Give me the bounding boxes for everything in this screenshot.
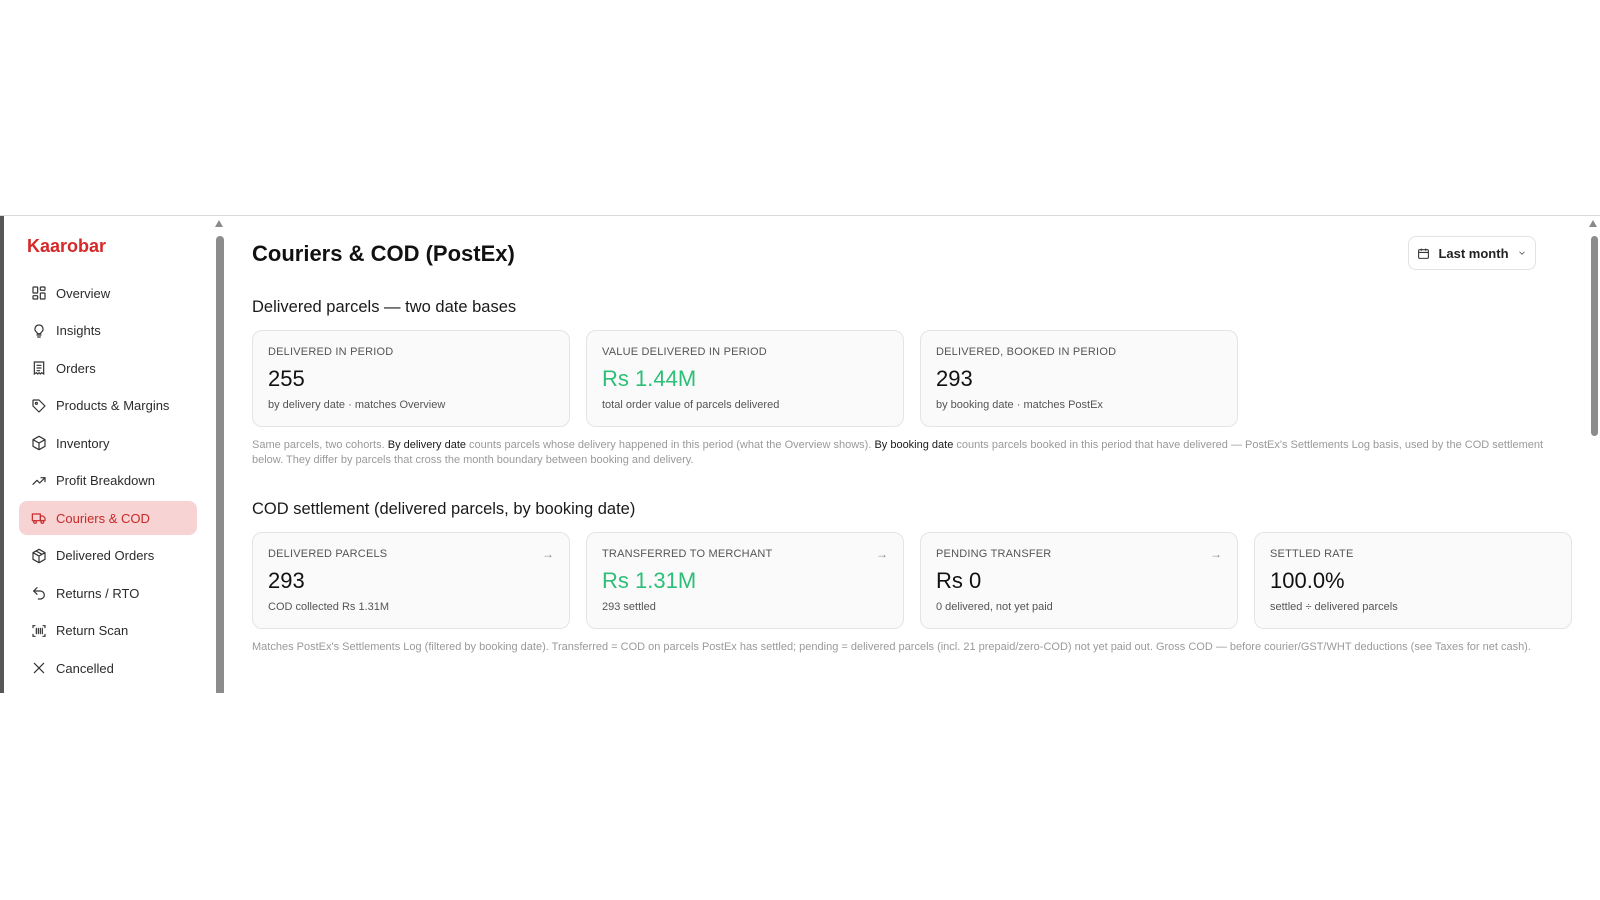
sidebar-item-label: Inventory [56,435,110,451]
sidebar-item-label: Return Scan [56,623,129,638]
sidebar-item-label: Cancelled [56,660,114,676]
arrow-right-icon[interactable]: → [876,547,888,561]
delivered-cards: DELIVERED IN PERIOD 255 by delivery date… [252,330,1238,427]
note-emphasis: By booking date [874,439,954,451]
grid-icon [32,286,46,300]
cohort-explanation-note: Same parcels, two cohorts. By delivery d… [252,438,1552,468]
note-text: counts parcels whose delivery happened i… [466,439,875,451]
card-value: 293 [936,366,973,391]
card-subtext: by booking date · matches PostEx [936,399,1103,411]
sidebar-item-insights[interactable]: Insights [19,314,197,348]
x-icon [33,662,45,674]
metric-card-transferred[interactable]: TRANSFERRED TO MERCHANT → Rs 1.31M 293 s… [586,532,904,629]
metric-card-pending-transfer[interactable]: PENDING TRANSFER → Rs 0 0 delivered, not… [920,532,1238,629]
arrow-right-icon[interactable]: → [1210,547,1222,561]
note-text: Same parcels, two cohorts. [252,439,388,451]
sidebar-item-products-margins[interactable]: Products & Margins [19,389,197,423]
sidebar-item-orders[interactable]: Orders [19,351,197,385]
card-value: Rs 0 [936,568,982,593]
metric-card-delivered-parcels[interactable]: DELIVERED PARCELS → 293 COD collected Rs… [252,532,570,629]
card-subtext: COD collected Rs 1.31M [268,601,390,613]
receipt-icon [33,361,45,376]
card-label: SETTLED RATE [1270,548,1354,560]
card-label: PENDING TRANSFER [936,548,1052,560]
card-label: DELIVERED PARCELS [268,548,388,560]
sidebar-nav: Overview Insights Orders Products & Marg… [19,276,197,689]
scan-icon [32,624,46,637]
card-value: 293 [268,568,305,593]
sidebar-item-label: Overview [56,285,111,301]
calendar-icon [1418,248,1430,259]
package-icon [32,548,46,563]
date-range-label: Last month [1438,245,1509,261]
metric-card-delivered-in-period[interactable]: DELIVERED IN PERIOD 255 by delivery date… [252,330,570,427]
card-label: VALUE DELIVERED IN PERIOD [602,346,767,358]
sidebar-item-label: Orders [56,360,96,376]
truck-icon [31,513,46,524]
card-subtext: 293 settled [602,601,656,613]
metric-card-settled-rate[interactable]: SETTLED RATE 100.0% settled ÷ delivered … [1254,532,1572,629]
chevron-down-icon [1518,251,1525,255]
page-title: Couriers & COD (PostEx) [252,241,515,266]
card-subtext: by delivery date · matches Overview [268,399,446,411]
sidebar-item-returns-rto[interactable]: Returns / RTO [19,576,197,610]
arrow-right-icon[interactable]: → [542,547,554,561]
settlement-note: Matches PostEx's Settlements Log (filter… [252,641,1531,653]
sidebar-scroll-up-arrow[interactable] [215,220,223,227]
card-label: TRANSFERRED TO MERCHANT [602,548,773,560]
card-value: Rs 1.31M [602,568,697,593]
card-value: 255 [268,366,305,391]
card-subtext: 0 delivered, not yet paid [936,601,1053,613]
sidebar-item-cancelled[interactable]: Cancelled [19,651,197,685]
sidebar-item-label: Returns / RTO [56,585,140,601]
sidebar-item-label: Products & Margins [56,398,170,413]
sidebar: Kaarobar Overview Insights Orders Produc… [4,216,216,693]
section-title-cod-settlement: COD settlement (delivered parcels, by bo… [252,500,636,518]
sidebar-item-return-scan[interactable]: Return Scan [19,614,197,648]
card-label: DELIVERED IN PERIOD [268,346,394,358]
metric-card-value-delivered[interactable]: VALUE DELIVERED IN PERIOD Rs 1.44M total… [586,330,904,427]
sidebar-item-label: Insights [56,323,101,338]
note-emphasis: By delivery date [387,439,466,451]
sidebar-item-delivered-orders[interactable]: Delivered Orders [19,539,197,573]
app-window: Kaarobar Overview Insights Orders Produc… [0,215,1600,693]
trend-up-icon [32,476,46,485]
date-range-button[interactable]: Last month [1408,236,1536,270]
card-subtext: total order value of parcels delivered [602,399,780,411]
card-label: DELIVERED, BOOKED IN PERIOD [936,346,1117,358]
sidebar-item-label: Profit Breakdown [56,473,155,488]
main-content: Couriers & COD (PostEx) Last month Deliv… [228,216,1580,693]
main-scroll-up-arrow[interactable] [1589,220,1597,227]
cod-cards: DELIVERED PARCELS → 293 COD collected Rs… [252,532,1572,629]
main-scroll-thumb[interactable] [1591,236,1598,436]
section-title-delivered-parcels: Delivered parcels — two date bases [252,298,517,316]
sidebar-item-label: Delivered Orders [56,548,155,563]
undo-icon [33,587,45,600]
box-icon [32,435,46,451]
brand-logo[interactable]: Kaarobar [27,236,106,257]
sidebar-item-label: Couriers & COD [56,510,150,526]
sidebar-item-couriers-cod[interactable]: Couriers & COD [19,501,197,535]
sidebar-item-overview[interactable]: Overview [19,276,197,310]
card-subtext: settled ÷ delivered parcels [1270,601,1398,613]
sidebar-scroll-thumb[interactable] [216,236,224,693]
card-value: 100.0% [1270,568,1345,593]
metric-card-delivered-booked[interactable]: DELIVERED, BOOKED IN PERIOD 293 by booki… [920,330,1238,427]
card-value: Rs 1.44M [602,366,697,391]
tag-icon [32,398,46,413]
lightbulb-icon [34,323,44,338]
sidebar-item-inventory[interactable]: Inventory [19,426,197,460]
sidebar-item-profit-breakdown[interactable]: Profit Breakdown [19,464,197,498]
